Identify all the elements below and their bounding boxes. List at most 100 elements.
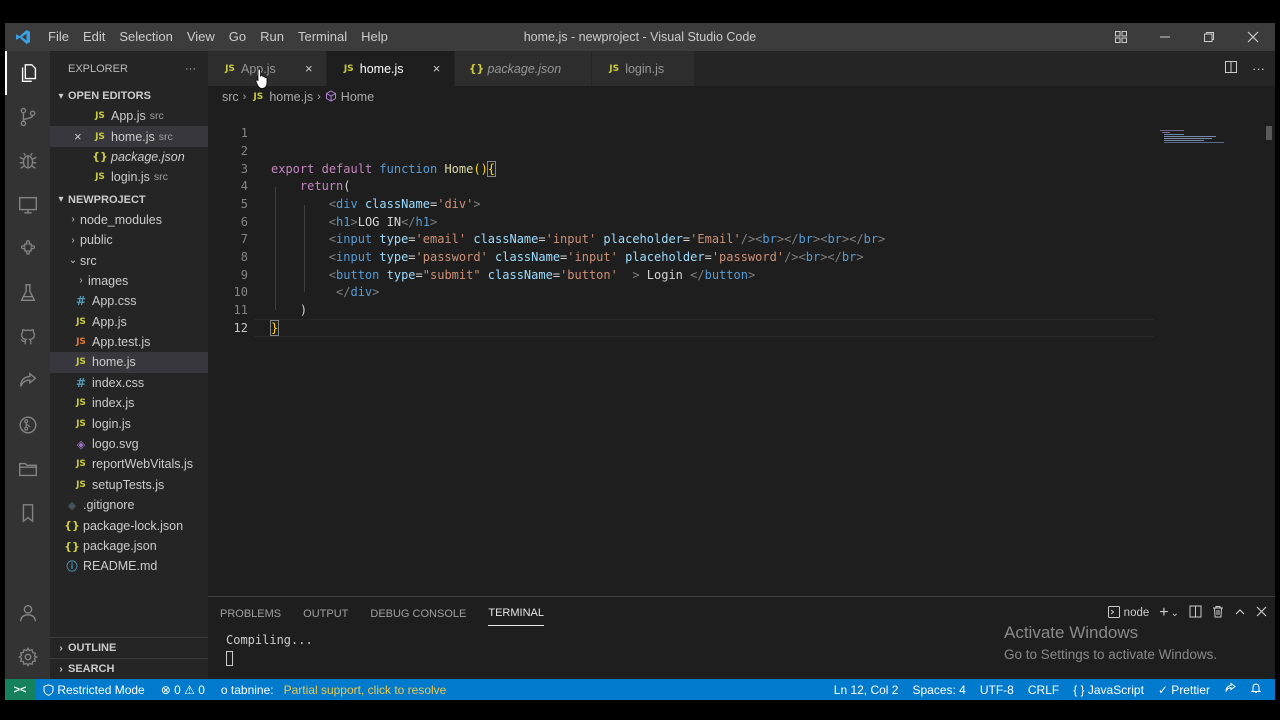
cursor-position[interactable]: Ln 12, Col 2 [827,683,906,697]
breadcrumb-symbol[interactable]: Home [341,90,374,104]
menu-run[interactable]: Run [253,23,291,51]
tree-file[interactable]: ◆ .gitignore [50,495,208,515]
explorer-icon[interactable] [5,51,50,95]
source-control-icon[interactable] [5,95,50,139]
live-share-icon[interactable] [5,359,50,403]
account-icon[interactable] [5,591,50,635]
menu-selection[interactable]: Selection [112,23,179,51]
live-share-status-icon[interactable] [1217,682,1243,697]
tree-file[interactable]: ⓘ README.md [50,556,208,576]
trash-icon[interactable] [1212,605,1224,621]
language-mode[interactable]: { } JavaScript [1066,683,1151,697]
tree-file[interactable]: JS index.js [50,393,208,413]
tree-folder[interactable]: › node_modules [50,210,208,230]
tree-file[interactable]: JS App.js [50,312,208,332]
code-editor[interactable]: 1 2 3 4 5 6 7 8 9 10 11 12 export defaul… [208,108,1275,596]
tree-folder[interactable]: ⌄ src [50,250,208,270]
minimap[interactable] [1160,130,1240,144]
terminal-selector[interactable]: node [1124,607,1150,619]
vertical-scrollbar[interactable] [1266,126,1272,140]
tree-folder[interactable]: › images [50,271,208,291]
tab-package-json[interactable]: {} package.json [454,51,593,86]
tab-debug-console[interactable]: DEBUG CONSOLE [370,601,466,626]
folder-icon[interactable] [5,447,50,491]
restore-icon[interactable] [1187,23,1231,51]
bookmark-icon[interactable] [5,491,50,535]
extensions-icon[interactable] [5,227,50,271]
indentation[interactable]: Spaces: 4 [905,683,972,697]
split-terminal-icon[interactable] [1189,605,1202,621]
tab-problems[interactable]: PROBLEMS [220,601,281,626]
split-editor-icon[interactable] [1224,60,1238,77]
tab-close-icon[interactable]: × [430,61,444,76]
encoding[interactable]: UTF-8 [973,683,1021,697]
more-actions-icon[interactable]: ··· [185,63,196,75]
tree-file[interactable]: JS App.test.js [50,332,208,352]
testing-icon[interactable] [5,271,50,315]
line-number: 11 [233,303,248,317]
menu-go[interactable]: Go [222,23,253,51]
chevron-down-icon[interactable]: ⌄ [1171,608,1179,619]
prettier-status[interactable]: ✓ Prettier [1151,683,1217,697]
remote-explorer-icon[interactable] [5,183,50,227]
line-ending[interactable]: CRLF [1021,683,1066,697]
tree-file[interactable]: JS setupTests.js [50,475,208,495]
menu-view[interactable]: View [180,23,222,51]
tabnine-message[interactable]: Partial support, click to resolve [282,683,455,697]
tree-folder[interactable]: › public [50,230,208,250]
problems-status[interactable]: ⊗ 0 ⚠ 0 [153,683,213,697]
tree-file[interactable]: # App.css [50,291,208,311]
menu-help[interactable]: Help [354,23,395,51]
activation-watermark: Activate Windows Go to Settings to activ… [1004,623,1217,662]
outline-header[interactable]: › OUTLINE [50,637,208,658]
tree-file[interactable]: ◈ logo.svg [50,434,208,454]
terminal-output[interactable]: Compiling... [226,633,313,647]
search-header[interactable]: › SEARCH [50,658,208,679]
tab-terminal[interactable]: TERMINAL [488,600,544,626]
minimize-icon[interactable] [1143,23,1187,51]
menu-edit[interactable]: Edit [76,23,112,51]
tree-file[interactable]: {} package-lock.json [50,515,208,535]
menu-file[interactable]: File [41,23,76,51]
explorer-title: EXPLORER [68,62,128,75]
breadcrumb-file[interactable]: home.js [269,90,313,104]
close-editor-icon[interactable]: × [74,129,92,144]
open-editor-item[interactable]: JS login.js src [50,167,208,187]
layout-icon[interactable] [1099,23,1143,51]
open-editor-item[interactable]: {} package.json [50,147,208,167]
project-header[interactable]: ▾ NEWPROJECT [50,190,208,210]
close-icon[interactable] [1231,23,1275,51]
close-panel-icon[interactable] [1256,606,1267,620]
menu-terminal[interactable]: Terminal [291,23,354,51]
new-terminal-icon[interactable]: + [1159,604,1168,622]
github-icon[interactable] [5,315,50,359]
chevron-right-icon: › [79,275,83,287]
css-file-icon: # [75,294,87,309]
settings-gear-icon[interactable] [5,635,50,679]
tab-home-js[interactable]: JS home.js × [326,51,455,86]
restricted-mode-status[interactable]: Restricted Mode [35,683,153,697]
tree-file[interactable]: JS home.js [50,352,208,373]
debug-icon[interactable] [5,139,50,183]
tab-login-js[interactable]: JS login.js [592,51,696,86]
tab-output[interactable]: OUTPUT [303,601,348,626]
tree-file[interactable]: {} package.json [50,536,208,556]
tree-file[interactable]: JS login.js [50,413,208,433]
chevron-up-icon[interactable] [1234,606,1246,621]
open-editors-header[interactable]: ▾ OPEN EDITORS [50,86,208,106]
open-editor-item[interactable]: × JS home.js src [50,126,208,147]
breadcrumb-folder[interactable]: src [222,90,239,104]
tree-item-name: images [88,273,129,288]
notifications-bell-icon[interactable] [1243,682,1269,697]
remote-indicator[interactable]: >< [5,679,35,700]
tree-item-name: reportWebVitals.js [92,457,193,472]
tab-close-icon[interactable]: × [302,61,316,76]
tree-file[interactable]: JS reportWebVitals.js [50,454,208,474]
tabnine-status[interactable]: o tabnine: [213,683,282,697]
more-actions-icon[interactable]: ··· [1252,61,1265,76]
line-number: 5 [240,197,248,211]
tree-file[interactable]: # index.css [50,373,208,393]
gitlens-icon[interactable] [5,403,50,447]
tree-item-name: setupTests.js [92,477,165,492]
open-editor-item[interactable]: JS App.js src [50,106,208,126]
